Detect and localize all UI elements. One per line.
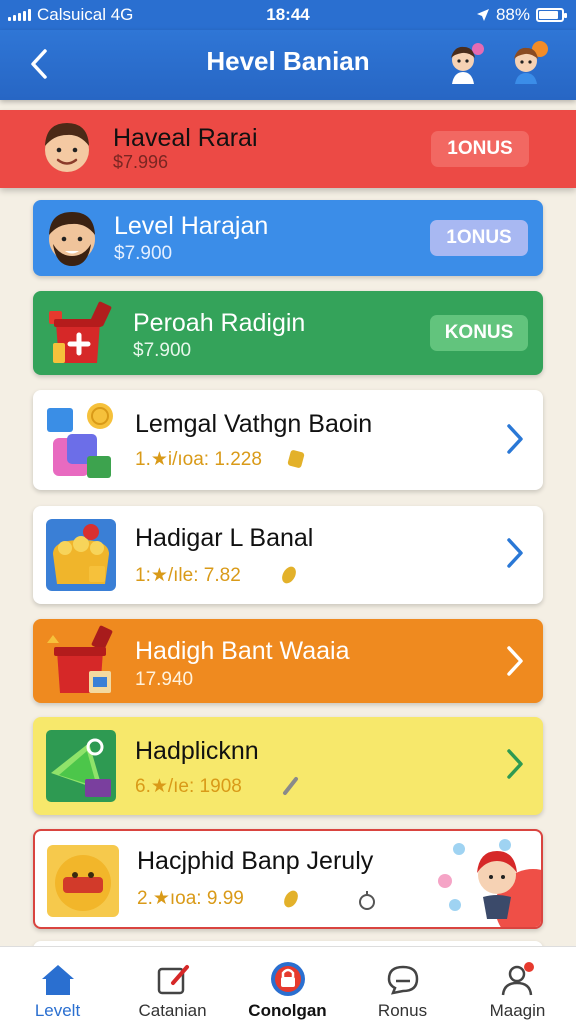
featured-card-bonus-button[interactable]: KONUS xyxy=(430,315,528,351)
gold-mascot-icon xyxy=(47,845,119,917)
edit-icon xyxy=(157,965,189,995)
coin-icon xyxy=(284,890,298,908)
navigation-bar: Hevel Banian xyxy=(0,30,576,100)
list-item-meta: 1.★i/ıoa: 1.228 xyxy=(135,449,262,470)
featured-card-bonus-button[interactable]: 1ONUS xyxy=(430,220,528,256)
featured-card-price: $7.900 xyxy=(114,243,173,264)
list-item-meta: 2.★ıoa: 9.99 xyxy=(137,888,244,909)
tab-bonus[interactable]: Ronus xyxy=(345,947,460,1024)
pencil-icon xyxy=(283,777,298,795)
location-icon xyxy=(476,9,489,21)
avatar-icon xyxy=(45,123,89,172)
list-item[interactable]: Hadigar L Banal 1:★/ıle: 7.82 xyxy=(33,506,543,604)
tab-label: Catanian xyxy=(138,1001,207,1020)
avatar-icon[interactable] xyxy=(442,40,488,86)
timer-icon xyxy=(359,891,375,910)
list-item[interactable]: Hacjphid Banp Jeruly 2.★ıoa: 9.99 xyxy=(33,829,543,929)
gold-pot-icon xyxy=(46,519,116,591)
featured-card-title: Level Harajan xyxy=(114,212,269,240)
banner-subtitle: $7.996 xyxy=(113,152,169,172)
mascot-character-icon xyxy=(438,839,541,927)
list-item-title: Lemgal Vathgn Baoin xyxy=(135,410,373,438)
promo-banner[interactable]: Haveal Rarai $7.996 1ONUS xyxy=(0,110,576,188)
tab-label: Levelt xyxy=(34,1001,81,1020)
profile-icon xyxy=(501,962,534,996)
list-item-meta: 1:★/ıle: 7.82 xyxy=(135,565,241,586)
list-item[interactable]: Hadplicknn 6.★/ıe: 1908 xyxy=(33,717,543,815)
list-item-meta: 17.940 xyxy=(135,669,194,690)
gift-box-icon xyxy=(49,301,112,363)
battery-icon xyxy=(536,8,567,22)
coin-icon xyxy=(287,450,305,468)
list-item-title: Hadigar L Banal xyxy=(135,524,314,552)
chevron-right-icon[interactable] xyxy=(503,536,527,570)
tab-label: Conolgan xyxy=(248,1001,327,1020)
list-item-title: Hadigh Bant Waaia xyxy=(135,637,350,665)
list-item-meta: 6.★/ıe: 1908 xyxy=(135,776,242,797)
featured-card-level[interactable]: Level Harajan $7.900 1ONUS xyxy=(33,200,543,276)
home-icon xyxy=(42,965,74,995)
list-item[interactable]: Lemgal Vathgn Baoin 1.★i/ıoa: 1.228 xyxy=(33,390,543,490)
tab-margin[interactable]: Maagin xyxy=(460,947,575,1024)
chat-icon xyxy=(387,965,419,995)
coin-icon xyxy=(282,566,296,584)
chevron-right-icon[interactable] xyxy=(503,747,527,781)
banner-bonus-button[interactable]: 1ONUS xyxy=(431,131,529,167)
banner-title: Haveal Rarai xyxy=(113,124,258,152)
tab-label: Maagin xyxy=(489,1001,546,1020)
avatar-icon xyxy=(49,212,95,266)
apps-bundle-icon xyxy=(47,403,113,478)
battery-percent: 88% xyxy=(495,5,530,24)
tab-center[interactable]: Conolgan xyxy=(230,947,345,1024)
lock-icon xyxy=(271,962,305,996)
chevron-right-icon[interactable] xyxy=(503,644,527,678)
tab-label: Ronus xyxy=(377,1001,428,1020)
list-item-title: Hadplicknn xyxy=(135,737,259,765)
bottom-tab-bar: Levelt Catanian Conolgan Ronus Maagin xyxy=(0,946,576,1024)
status-bar: Calsuical 4G 18:44 88% xyxy=(0,0,576,30)
tab-level[interactable]: Levelt xyxy=(0,947,115,1024)
list-item[interactable]: Hadigh Bant Waaia 17.940 xyxy=(33,619,543,703)
featured-card-promo[interactable]: Peroah Radigin $7.900 KONUS xyxy=(33,291,543,375)
featured-card-price: $7.900 xyxy=(133,340,192,361)
tab-catalog[interactable]: Catanian xyxy=(115,947,230,1024)
avatar-icon[interactable] xyxy=(506,40,552,86)
featured-card-title: Peroah Radigin xyxy=(133,309,306,337)
page-title: Hevel Banian xyxy=(206,46,370,76)
gift-box-icon xyxy=(47,625,113,693)
list-item-title: Hacjphid Banp Jeruly xyxy=(137,847,374,875)
chevron-right-icon[interactable] xyxy=(503,422,527,456)
ticket-icon xyxy=(46,730,116,802)
